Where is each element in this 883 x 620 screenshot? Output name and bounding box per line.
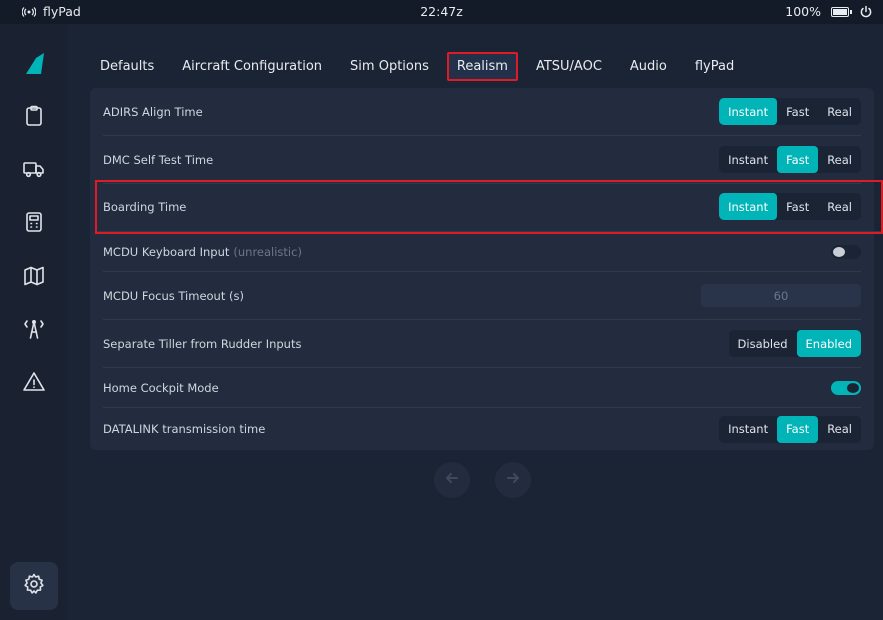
dmc-self-test-time-selector: Instant Fast Real (719, 146, 861, 173)
settings-nav-button[interactable] (10, 562, 58, 610)
separate-tiller-selector: Disabled Enabled (728, 330, 861, 357)
option-instant[interactable]: Instant (719, 193, 778, 220)
option-disabled[interactable]: Disabled (729, 330, 797, 357)
clipboard-icon (22, 104, 46, 132)
dashboard-nav-button[interactable] (10, 94, 58, 142)
setting-label: MCDU Keyboard Input (unrealistic) (103, 245, 302, 259)
option-fast[interactable]: Fast (777, 146, 819, 173)
adirs-align-time-selector: Instant Fast Real (719, 98, 861, 125)
ground-nav-button[interactable] (10, 147, 58, 195)
battery-percent: 100% (785, 4, 821, 19)
option-real[interactable]: Real (818, 98, 861, 125)
tab-realism[interactable]: Realism (446, 51, 518, 81)
tab-audio[interactable]: Audio (620, 52, 677, 81)
arrow-left-icon (443, 469, 461, 491)
radio-tower-icon (22, 317, 46, 345)
map-icon (22, 264, 46, 292)
separate-tiller-row: Separate Tiller from Rudder Inputs Disab… (103, 320, 861, 368)
status-right: 100% (785, 4, 873, 19)
mcdu-focus-timeout-input[interactable]: 60 (701, 284, 861, 307)
tab-defaults[interactable]: Defaults (90, 52, 164, 81)
settings-page: Defaults Aircraft Configuration Sim Opti… (68, 24, 883, 620)
setting-label: MCDU Focus Timeout (s) (103, 288, 244, 303)
dmc-self-test-time-row: DMC Self Test Time Instant Fast Real (103, 136, 861, 184)
option-fast[interactable]: Fast (777, 193, 818, 220)
mcdu-keyboard-input-row: MCDU Keyboard Input (unrealistic) (103, 232, 861, 272)
navigation-nav-button[interactable] (10, 254, 58, 302)
calculator-icon (22, 210, 46, 238)
tab-sim-options[interactable]: Sim Options (340, 52, 439, 81)
warning-icon (22, 370, 46, 398)
setting-note: (unrealistic) (233, 244, 302, 259)
option-instant[interactable]: Instant (719, 146, 777, 173)
truck-icon (22, 157, 46, 185)
home-cockpit-mode-toggle[interactable] (831, 380, 861, 395)
tab-aircraft-configuration[interactable]: Aircraft Configuration (172, 52, 332, 81)
setting-label: Separate Tiller from Rudder Inputs (103, 336, 302, 351)
status-bar: flyPad 22:47z 100% (0, 0, 883, 24)
mcdu-focus-timeout-row: MCDU Focus Timeout (s) 60 (103, 272, 861, 320)
setting-label-text: MCDU Keyboard Input (103, 244, 230, 259)
option-instant[interactable]: Instant (719, 98, 778, 125)
option-fast[interactable]: Fast (777, 98, 818, 125)
tab-atsu-aoc[interactable]: ATSU/AOC (526, 52, 612, 81)
power-icon[interactable] (859, 5, 873, 19)
setting-label: DATALINK transmission time (103, 422, 266, 436)
setting-label: Boarding Time (103, 199, 187, 214)
setting-label: DMC Self Test Time (103, 152, 214, 167)
flybywire-logo[interactable] (10, 40, 58, 88)
adirs-align-time-row: ADIRS Align Time Instant Fast Real (103, 88, 861, 136)
option-real[interactable]: Real (818, 193, 861, 220)
next-page-button[interactable] (495, 462, 531, 498)
option-fast[interactable]: Fast (777, 415, 819, 443)
option-real[interactable]: Real (818, 146, 861, 173)
setting-label: ADIRS Align Time (103, 104, 203, 119)
performance-nav-button[interactable] (10, 200, 58, 248)
previous-page-button[interactable] (434, 462, 470, 498)
mcdu-keyboard-input-toggle[interactable] (831, 244, 861, 259)
failures-nav-button[interactable] (10, 360, 58, 408)
clock: 22:47z (420, 4, 463, 19)
datalink-transmission-time-row: DATALINK transmission time Instant Fast … (103, 408, 861, 450)
option-real[interactable]: Real (818, 416, 861, 443)
sidebar (0, 24, 68, 620)
battery-icon (831, 6, 852, 17)
boarding-time-selector: Instant Fast Real (719, 193, 861, 220)
gear-icon (22, 572, 46, 600)
realism-settings-panel: ADIRS Align Time Instant Fast Real DMC S… (90, 88, 883, 450)
arrow-right-icon (504, 469, 522, 491)
settings-tabs: Defaults Aircraft Configuration Sim Opti… (90, 50, 752, 82)
datalink-transmission-time-selector: Instant Fast Real (719, 415, 861, 443)
atc-nav-button[interactable] (10, 307, 58, 355)
option-enabled[interactable]: Enabled (796, 330, 861, 357)
setting-label: Home Cockpit Mode (103, 380, 219, 395)
tab-flypad[interactable]: flyPad (685, 52, 744, 81)
boarding-time-row: Boarding Time Instant Fast Real (95, 180, 883, 234)
home-cockpit-mode-row: Home Cockpit Mode (103, 368, 861, 408)
option-instant[interactable]: Instant (719, 416, 777, 443)
